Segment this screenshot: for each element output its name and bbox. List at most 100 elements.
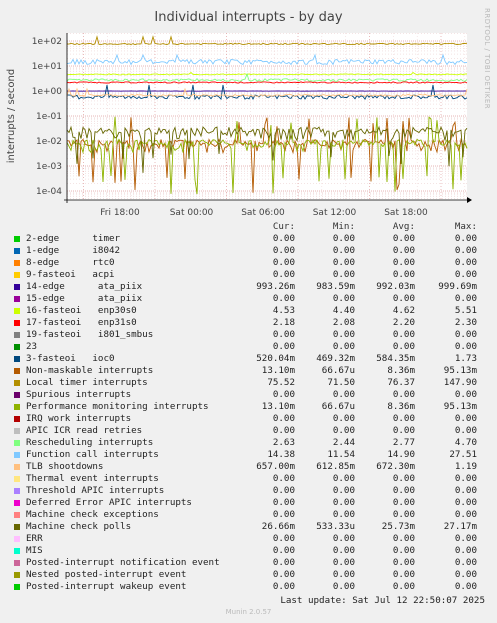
legend-avg-value: 2.20 <box>392 317 415 328</box>
legend-row: Rescheduling interrupts 2.63 2.44 2.77 4.70 <box>12 437 487 449</box>
legend-row: Function call interrupts 14.38 11.54 14.90 2… <box>12 449 487 461</box>
legend-cur-value: 2.63 <box>272 437 295 448</box>
legend-avg-value: 0.00 <box>392 233 415 244</box>
legend-cur-value: 0.00 <box>272 557 295 568</box>
legend-cur-value: 657.00m <box>256 461 295 472</box>
legend-swatch <box>14 464 20 470</box>
legend-avg-value: 0.00 <box>392 389 415 400</box>
interrupts-chart: 1e+02 1e+01 1e+00 1e-01 1e-02 1e-03 1e-04 Fri … <box>6 33 472 218</box>
legend-swatch <box>14 548 20 554</box>
legend-cur-value: 0.00 <box>272 329 295 340</box>
legend-max-value: 0.00 <box>454 341 477 352</box>
legend-max-value: 0.00 <box>454 569 477 580</box>
legend-row: 15-edge ata_piix 0.00 0.00 0.00 0.00 <box>12 293 487 305</box>
legend-avg-value: 0.00 <box>392 245 415 256</box>
x-axis-arrow <box>467 197 472 203</box>
legend-min-value: 4.40 <box>332 305 355 316</box>
legend-max-value: 27.17m <box>443 521 477 532</box>
legend-cur-value: 75.52 <box>267 377 295 388</box>
legend-max-value: 999.69m <box>438 281 477 292</box>
legend-swatch <box>14 560 20 566</box>
legend-swatch <box>14 500 20 506</box>
legend-cur-value: 0.00 <box>272 389 295 400</box>
legend-row: 8-edge rtc0 0.00 0.00 0.00 0.00 <box>12 257 487 269</box>
legend-max-value: 0.00 <box>454 509 477 520</box>
legend-avg-value: 8.36m <box>387 401 415 412</box>
col-max-header: Max: <box>454 221 477 232</box>
legend-swatch <box>14 536 20 542</box>
legend-row: Posted-interrupt wakeup event 0.00 0.00 0.0… <box>12 581 487 593</box>
legend-max-value: 2.30 <box>454 317 477 328</box>
legend-cur-value: 0.00 <box>272 293 295 304</box>
legend-row: Local timer interrupts 75.52 71.50 76.37 147… <box>12 377 487 389</box>
legend-series-name: Rescheduling interrupts <box>26 437 154 448</box>
legend-row: Threshold APIC interrupts 0.00 0.00 0.00 0.0… <box>12 485 487 497</box>
legend-avg-value: 14.90 <box>387 449 415 460</box>
legend-swatch <box>14 404 20 410</box>
legend-row: 2-edge timer 0.00 0.00 0.00 0.00 <box>12 233 487 245</box>
legend-avg-value: 0.00 <box>392 545 415 556</box>
legend-swatch <box>14 440 20 446</box>
legend-avg-value: 672.30m <box>376 461 415 472</box>
legend-row: 9-fasteoi acpi 0.00 0.00 0.00 0.00 <box>12 269 487 281</box>
legend-series-name: MIS <box>26 545 43 556</box>
legend-swatch <box>14 416 20 422</box>
legend-max-value: 95.13m <box>443 401 477 412</box>
legend-max-value: 147.90 <box>443 377 477 388</box>
legend-cur-value: 4.53 <box>272 305 295 316</box>
y-tick-label: 1e-01 <box>36 112 62 122</box>
legend-series-name: 17-fasteoi enp31s0 <box>26 317 137 328</box>
legend-swatch <box>14 272 20 278</box>
legend-max-value: 0.00 <box>454 329 477 340</box>
legend-series-name: Spurious interrupts <box>26 389 132 400</box>
y-tick-label: 1e+00 <box>32 87 63 97</box>
munin-version: Munin 2.0.57 <box>225 608 272 616</box>
legend-max-value: 0.00 <box>454 257 477 268</box>
legend-swatch <box>14 308 20 314</box>
y-axis-label: interrupts / second <box>6 69 17 163</box>
legend-min-value: 0.00 <box>332 341 355 352</box>
legend-series-name: Local timer interrupts <box>26 377 148 388</box>
legend-series-name: Performance monitoring interrupts <box>26 401 209 412</box>
legend-row: Posted-interrupt notification event 0.00 0… <box>12 557 487 569</box>
legend-min-value: 0.00 <box>332 245 355 256</box>
legend-avg-value: 0.00 <box>392 293 415 304</box>
legend-max-value: 0.00 <box>454 413 477 424</box>
legend-swatch <box>14 524 20 530</box>
legend-avg-value: 76.37 <box>387 377 415 388</box>
legend-swatch <box>14 296 20 302</box>
legend-swatch <box>14 512 20 518</box>
legend-header: Cur: Min: Avg: Max: <box>12 221 487 233</box>
legend-avg-value: 0.00 <box>392 497 415 508</box>
x-tick-label: Sat 18:00 <box>384 208 428 218</box>
legend-row: Spurious interrupts 0.00 0.00 0.00 0.00 <box>12 389 487 401</box>
legend-row: 17-fasteoi enp31s0 2.18 2.08 2.20 2.30 <box>12 317 487 329</box>
legend-min-value: 0.00 <box>332 413 355 424</box>
legend-min-value: 469.32m <box>316 353 355 364</box>
legend-avg-value: 0.00 <box>392 581 415 592</box>
legend-row: Nested posted-interrupt event 0.00 0.00 0.0… <box>12 569 487 581</box>
legend-min-value: 0.00 <box>332 233 355 244</box>
legend-swatch <box>14 332 20 338</box>
legend-cur-value: 0.00 <box>272 569 295 580</box>
legend-swatch <box>14 320 20 326</box>
legend-series-name: IRQ work interrupts <box>26 413 132 424</box>
legend-swatch <box>14 368 20 374</box>
legend-row: Machine check polls 26.66m 533.33u 25.73m 27… <box>12 521 487 533</box>
legend-max-value: 0.00 <box>454 557 477 568</box>
legend-cur-value: 14.38 <box>267 449 295 460</box>
legend-row: 23 0.00 0.00 0.00 0.00 <box>12 341 487 353</box>
legend-max-value: 0.00 <box>454 497 477 508</box>
plot-area <box>67 33 467 200</box>
legend-cur-value: 0.00 <box>272 509 295 520</box>
legend-max-value: 0.00 <box>454 293 477 304</box>
legend-avg-value: 0.00 <box>392 533 415 544</box>
legend-cur-value: 0.00 <box>272 497 295 508</box>
legend-min-value: 2.08 <box>332 317 355 328</box>
legend-row: Thermal event interrupts 0.00 0.00 0.00 0.00 <box>12 473 487 485</box>
legend-swatch <box>14 572 20 578</box>
legend-series-name: Non-maskable interrupts <box>26 365 154 376</box>
y-tick-label: 1e-04 <box>36 187 62 197</box>
legend-min-value: 0.00 <box>332 389 355 400</box>
x-tick-label: Sat 06:00 <box>241 208 285 218</box>
